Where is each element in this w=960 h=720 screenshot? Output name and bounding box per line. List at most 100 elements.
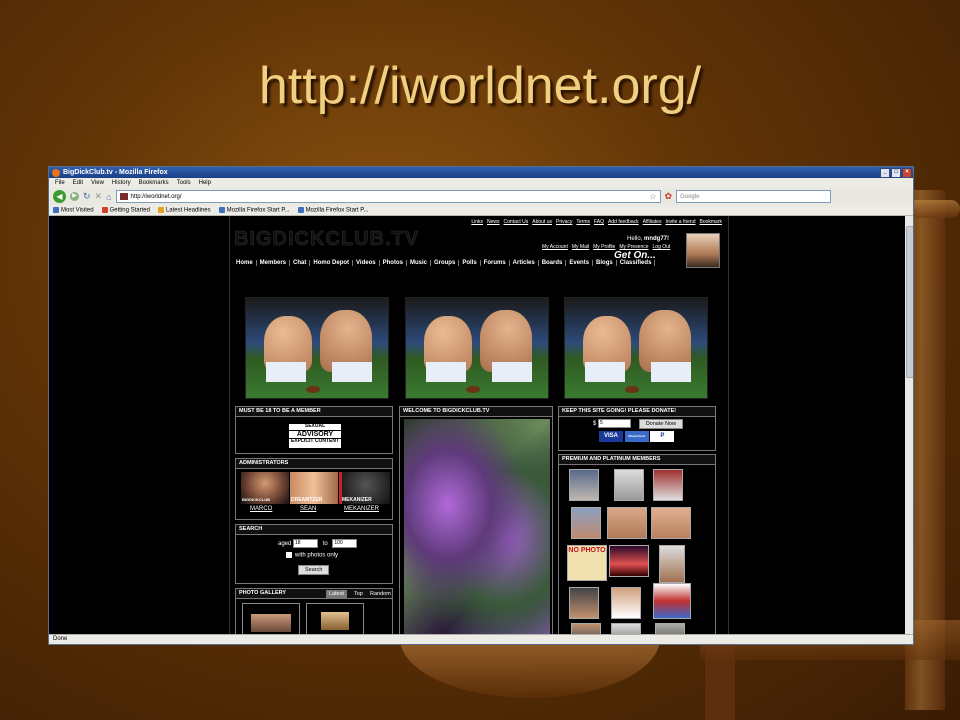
- gallery-item[interactable]: [242, 603, 300, 635]
- member-thumbnail[interactable]: [659, 545, 685, 583]
- bookmark-getting-started[interactable]: Getting Started: [101, 206, 150, 213]
- top-link[interactable]: Bookmark: [699, 219, 722, 225]
- forward-button[interactable]: ▶: [70, 192, 79, 201]
- my-account-link[interactable]: My Account: [542, 244, 568, 250]
- age-from-select[interactable]: 18: [293, 539, 319, 548]
- donate-now-button[interactable]: Donate Now: [638, 419, 683, 430]
- member-thumbnail[interactable]: [569, 469, 599, 501]
- member-thumbnail[interactable]: [653, 583, 691, 619]
- top-link[interactable]: FAQ: [594, 219, 604, 225]
- bookmark-star-icon[interactable]: ☆: [649, 192, 656, 201]
- slide-title: http://iworldnet.org/: [258, 57, 702, 115]
- menu-bookmarks[interactable]: Bookmarks: [139, 180, 169, 186]
- admin-name-link[interactable]: MARCO: [250, 506, 272, 512]
- site-logo[interactable]: BIGDICKCLUB.TV: [234, 228, 419, 251]
- top-link[interactable]: Contact Us: [504, 219, 529, 225]
- site-favicon: [119, 193, 128, 200]
- banner-image[interactable]: [405, 297, 549, 399]
- reload-icon[interactable]: ↻: [83, 191, 91, 202]
- bookmark-latest-headlines[interactable]: Latest Headlines: [157, 206, 211, 213]
- nav-blogs[interactable]: Blogs: [593, 260, 617, 266]
- menu-tools[interactable]: Tools: [177, 180, 191, 186]
- menu-view[interactable]: View: [91, 180, 104, 186]
- member-thumbnail[interactable]: [569, 587, 599, 619]
- menu-help[interactable]: Help: [199, 180, 211, 186]
- top-link[interactable]: Add feedback: [608, 219, 639, 225]
- menu-history[interactable]: History: [112, 180, 131, 186]
- nav-groups[interactable]: Groups: [431, 260, 460, 266]
- tab-random[interactable]: Random: [367, 590, 394, 598]
- addon-icon[interactable]: ✿: [665, 191, 673, 202]
- window-title: BigDickClub.tv - Mozilla Firefox: [63, 169, 168, 176]
- search-input[interactable]: Google: [676, 190, 832, 203]
- tab-latest[interactable]: Latest: [326, 590, 347, 598]
- nav-classifieds[interactable]: Classifieds: [617, 260, 656, 266]
- banner-image[interactable]: [564, 297, 708, 399]
- search-placeholder: Google: [680, 193, 700, 200]
- admin-name-link[interactable]: SEAN: [300, 506, 316, 512]
- member-thumbnail[interactable]: NO PHOTO: [567, 545, 607, 581]
- home-icon[interactable]: ⌂: [106, 192, 111, 202]
- scale-dish-decoration: [400, 638, 660, 698]
- close-button[interactable]: ×: [902, 167, 912, 178]
- bookmark-firefox-start-2[interactable]: Mozilla Firefox Start P...: [297, 206, 368, 213]
- my-profile-link[interactable]: My Profile: [593, 244, 615, 250]
- top-link[interactable]: About us: [532, 219, 552, 225]
- nav-videos[interactable]: Videos: [353, 260, 380, 266]
- nav-events[interactable]: Events: [566, 260, 594, 266]
- nav-home[interactable]: Home: [233, 260, 257, 266]
- top-link[interactable]: News: [487, 219, 500, 225]
- banner-image[interactable]: [245, 297, 389, 399]
- top-link[interactable]: Links: [471, 219, 483, 225]
- stop-icon[interactable]: ✕: [95, 191, 103, 202]
- top-link[interactable]: Terms: [576, 219, 590, 225]
- menu-file[interactable]: File: [55, 180, 65, 186]
- donate-amount-select[interactable]: 5: [598, 419, 632, 428]
- admin-badge: DREAMTZER: [291, 497, 323, 503]
- avatar[interactable]: [686, 233, 720, 268]
- member-thumbnail[interactable]: [571, 507, 601, 539]
- nav-members[interactable]: Members: [257, 260, 291, 266]
- scale-post-decoration: [705, 640, 735, 720]
- nav-chat[interactable]: Chat: [290, 260, 311, 266]
- minimize-button[interactable]: _: [880, 167, 890, 178]
- welcome-panel: WELCOME TO BIGDICKCLUB.TV: [399, 406, 553, 635]
- top-links: Links News Contact Us About us Privacy T…: [471, 219, 722, 225]
- nav-forums[interactable]: Forums: [481, 260, 510, 266]
- back-button[interactable]: ◀: [53, 190, 66, 203]
- nav-boards[interactable]: Boards: [539, 260, 567, 266]
- my-mail-link[interactable]: My Mail: [572, 244, 589, 250]
- maximize-button[interactable]: □: [891, 167, 901, 178]
- member-thumbnail[interactable]: [614, 469, 644, 501]
- nav-music[interactable]: Music: [407, 260, 431, 266]
- age-range-row: aged 18 to 100: [278, 539, 358, 548]
- admin-name-link[interactable]: MEKANIZER: [344, 506, 379, 512]
- gallery-item[interactable]: [306, 603, 364, 635]
- paypal-icon: P: [650, 431, 675, 442]
- member-thumbnail[interactable]: [651, 507, 691, 539]
- member-thumbnail[interactable]: [611, 587, 641, 619]
- nav-articles[interactable]: Articles: [510, 260, 539, 266]
- main-nav: Home Members Chat Homo Depot Videos Phot…: [233, 260, 656, 266]
- nav-homo-depot[interactable]: Homo Depot: [310, 260, 354, 266]
- bookmark-most-visited[interactable]: Most Visited: [53, 206, 94, 213]
- menu-edit[interactable]: Edit: [73, 180, 83, 186]
- nav-photos[interactable]: Photos: [380, 260, 407, 266]
- nav-polls[interactable]: Polls: [459, 260, 481, 266]
- mastercard-icon: MasterCard: [624, 431, 649, 442]
- top-link[interactable]: Invite a friend: [665, 219, 695, 225]
- member-thumbnail[interactable]: [609, 545, 649, 577]
- address-bar[interactable]: http://iworldnet.org/ ☆: [115, 190, 661, 203]
- top-link[interactable]: Affiliates: [643, 219, 662, 225]
- photos-only-checkbox[interactable]: [286, 552, 292, 558]
- member-thumbnail[interactable]: [653, 469, 683, 501]
- tab-top[interactable]: Top: [351, 590, 366, 598]
- bookmark-firefox-start-1[interactable]: Mozilla Firefox Start P...: [218, 206, 290, 213]
- greeting: Hello, mndg77!: [627, 236, 670, 242]
- top-link[interactable]: Privacy: [556, 219, 572, 225]
- search-button[interactable]: Search: [298, 565, 330, 575]
- age-to-select[interactable]: 100: [332, 539, 358, 548]
- scrollbar-thumb[interactable]: [906, 226, 913, 378]
- vertical-scrollbar[interactable]: [905, 216, 913, 635]
- member-thumbnail[interactable]: [607, 507, 647, 539]
